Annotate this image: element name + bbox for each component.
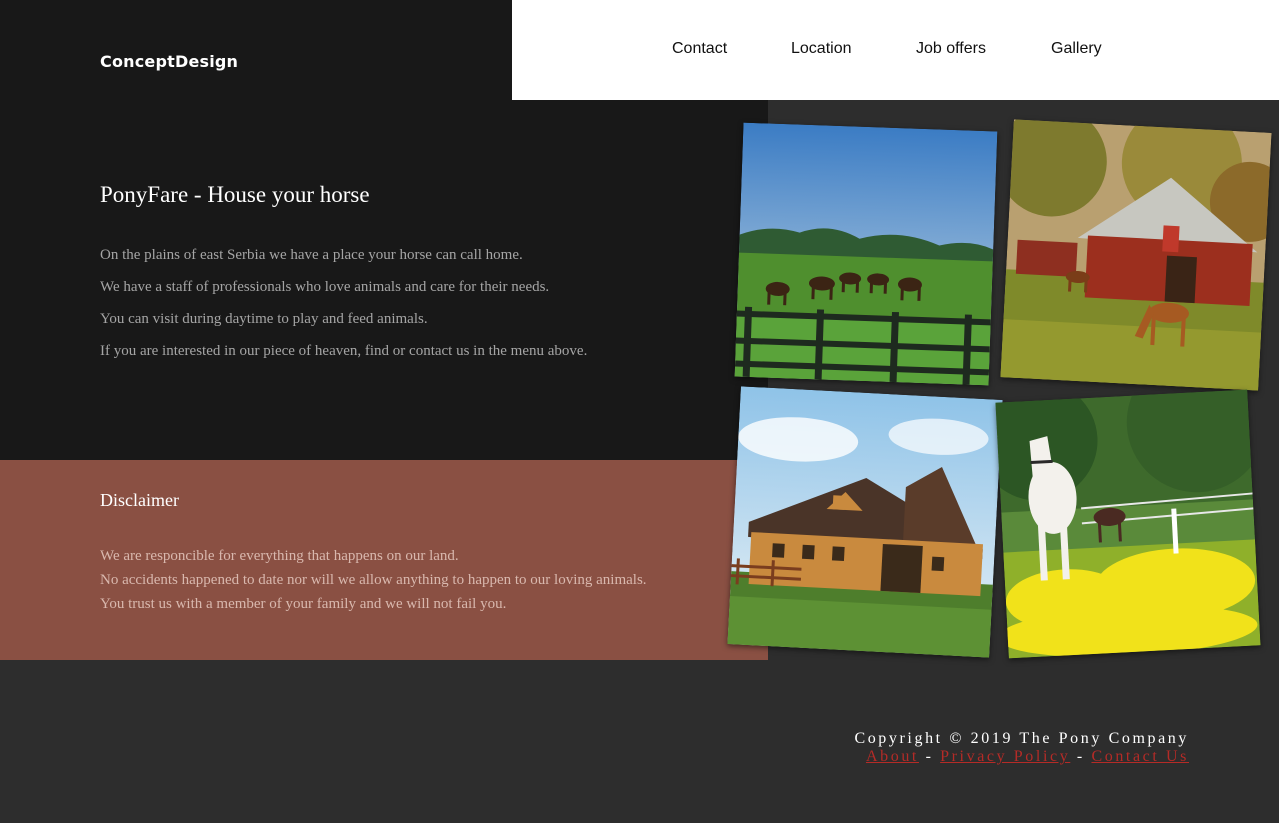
footer-links: About - Privacy Policy - Contact Us [854,748,1189,766]
disclaimer-title: Disclaimer [100,490,179,510]
nav-location[interactable]: Location [791,40,852,58]
footer-link-about[interactable]: About [866,748,919,765]
copyright-text: Copyright © 2019 The Pony Company [854,730,1189,747]
disclaimer-section: Disclaimer We are responcible for everyt… [0,460,768,660]
footer-link-contact-us[interactable]: Contact Us [1091,748,1189,765]
footer-link-privacy-policy[interactable]: Privacy Policy [940,748,1070,765]
disclaimer-line: No accidents happened to date nor will w… [100,572,647,588]
gallery-photo-white-horse [995,389,1261,659]
intro-line: You can visit during daytime to play and… [100,311,428,327]
footer: Copyright © 2019 The Pony Company About … [854,730,1189,766]
intro-line: On the plains of east Serbia we have a p… [100,247,523,263]
top-navigation: Contact Location Job offers Gallery [512,0,1279,100]
nav-contact[interactable]: Contact [672,40,727,58]
site-logo[interactable]: ConceptDesign [100,52,238,71]
disclaimer-text: We are responcible for everything that h… [100,544,647,616]
disclaimer-line: We are responcible for everything that h… [100,548,459,564]
intro-line: We have a staff of professionals who lov… [100,279,550,295]
nav-job-offers[interactable]: Job offers [916,40,986,58]
gallery-photo-wooden-barn [727,386,1003,658]
intro-line: If you are interested in our piece of he… [100,343,588,359]
footer-separator: - [1076,748,1085,765]
footer-separator: - [925,748,934,765]
page-title: PonyFare - House your horse [100,182,370,207]
gallery-photo-red-barn [1000,119,1272,391]
intro-text: On the plains of east Serbia we have a p… [100,246,587,374]
gallery-photo-horses-pasture [734,122,998,386]
disclaimer-line: You trust us with a member of your famil… [100,596,507,612]
nav-gallery[interactable]: Gallery [1051,40,1102,58]
